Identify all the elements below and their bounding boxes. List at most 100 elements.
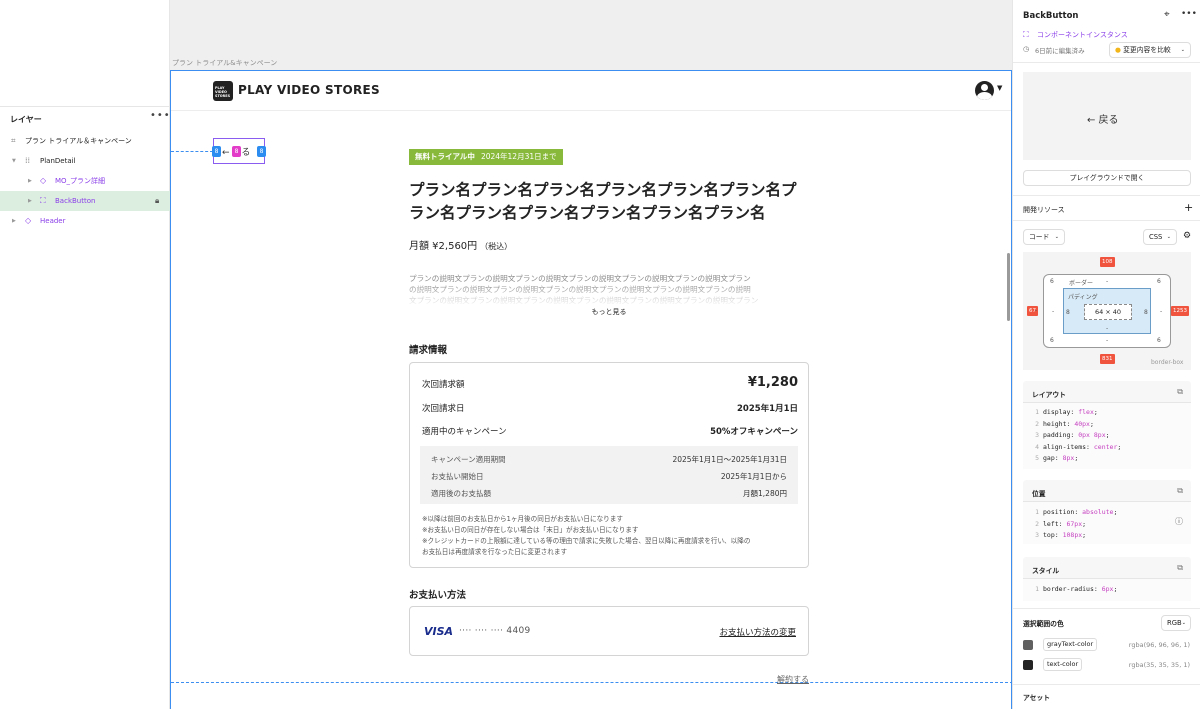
divider <box>1013 62 1200 63</box>
layer-item-header[interactable]: ▶ ◇ Header <box>0 211 170 231</box>
plan-description: プランの説明文プランの説明文プランの説明文プランの説明文プランの説明文プランの説… <box>409 273 809 307</box>
spacing-guide <box>171 151 213 152</box>
css-select[interactable]: CSS ⌄ <box>1143 229 1177 245</box>
border-bottom-value: - <box>1106 337 1109 344</box>
more-icon[interactable]: ••• <box>150 110 171 121</box>
layer-item-plandetail[interactable]: ▼ ⁞⁞ PlanDetail <box>0 151 170 171</box>
target-icon[interactable]: ⌖ <box>1164 9 1170 20</box>
dev-resources-label: 開発リソース <box>1023 206 1065 214</box>
preview-back-button: ← 戻る <box>1087 115 1119 126</box>
description-line: の説明文プランの説明文プランの説明文プランの説明文プランの説明文プランの説明文プ… <box>409 285 751 294</box>
color-swatch[interactable] <box>1023 660 1033 670</box>
code-line: 5 gap: 8px; <box>1035 454 1079 462</box>
chevron-down-icon: ⌄ <box>1181 620 1186 626</box>
note-line: お支払日は再度請求を行なった日に変更されます <box>422 548 568 556</box>
trial-date: 2024年12月31日まで <box>480 152 557 161</box>
chevron-down-icon: ⌄ <box>1166 234 1171 240</box>
copy-icon[interactable]: ⧉ <box>1177 486 1183 496</box>
layer-label: PlanDetail <box>40 157 76 165</box>
billing-row-campaign: 適用中のキャンペーン 50%オフキャンペーン <box>422 425 798 437</box>
lock-icon[interactable]: 🔒︎ <box>155 191 159 211</box>
site-header: PLAY VIDEO STORES PLAY VIDEO STORES ▼ <box>171 71 1011 111</box>
trial-label: 無料トライアル中 <box>415 152 475 161</box>
inspector-panel: BackButton ⌖ ••• ⛶ コンポーネントインスタンス ◷ 6日前に編… <box>1012 0 1200 709</box>
chevron-down-icon[interactable]: ▼ <box>12 151 16 171</box>
layout-heading: レイアウト <box>1032 391 1066 399</box>
plan-frame[interactable]: PLAY VIDEO STORES PLAY VIDEO STORES ▼ ← … <box>170 70 1012 709</box>
padding-left-value: 8 <box>1066 309 1070 316</box>
settings-sliders-icon[interactable]: ⚙ <box>1183 231 1191 241</box>
border-box: 6 6 6 6 ボーダー - - - - パディング 8 8 - 64 × 40 <box>1043 274 1171 348</box>
color-swatch[interactable] <box>1023 640 1033 650</box>
visa-logo: VISA <box>424 625 454 638</box>
border-label: ボーダー <box>1069 280 1094 287</box>
layer-item-mo-plan[interactable]: ▶ ◇ MO_プラン詳細 <box>0 171 170 191</box>
frame-label[interactable]: プラン トライアル&キャンペーン <box>172 58 277 68</box>
code-line: 1 border-radius: 6px; <box>1035 585 1118 593</box>
playground-button[interactable]: プレイグラウンドで開く <box>1023 170 1191 186</box>
code-block: 1 position: absolute; 2 left: 67px; 3 top: … <box>1023 501 1191 544</box>
color-mode-label: RGB <box>1167 619 1182 627</box>
billing-row-amount: 次回請求額 ¥1,280 <box>422 375 798 390</box>
instance-label[interactable]: コンポーネントインスタンス <box>1037 30 1128 40</box>
colors-heading: 選択範囲の色 <box>1023 620 1064 628</box>
compare-button[interactable]: ● 変更内容を比較 ⌄ <box>1109 42 1191 58</box>
color-value: rgba(96, 96, 96, 1) <box>1128 641 1190 649</box>
color-mode-select[interactable]: RGB ⌄ <box>1161 615 1191 631</box>
border-top-value: - <box>1106 278 1109 285</box>
box-sizing-label: border-box <box>1151 359 1184 366</box>
cancel-link[interactable]: 解約する <box>777 674 809 685</box>
campaign-label: キャンペーン適用期間 <box>431 455 506 464</box>
bottom-offset: 831 <box>1100 354 1115 364</box>
history-icon: ◷ <box>1023 45 1030 53</box>
top-offset: 108 <box>1100 257 1115 267</box>
code-line: 1 position: absolute; <box>1035 508 1118 516</box>
campaign-details: キャンペーン適用期間 2025年1月1日〜2025年1月31日 お支払い開始日 … <box>420 446 798 504</box>
component-instance-icon: ⛶ <box>40 196 46 205</box>
more-link[interactable]: もっと見る <box>409 307 809 317</box>
avatar-icon[interactable] <box>975 81 994 100</box>
code-select[interactable]: コード ⌄ <box>1023 229 1065 245</box>
design-canvas[interactable]: プラン トライアル&キャンペーン PLAY VIDEO STORES PLAY … <box>170 0 1012 709</box>
billing-value: 50%オフキャンペーン <box>710 427 798 437</box>
frame-scrollbar[interactable] <box>1007 253 1010 321</box>
payment-heading: お支払い方法 <box>409 590 467 601</box>
color-token[interactable]: grayText-color <box>1043 638 1098 651</box>
plus-icon[interactable]: + <box>1184 201 1193 214</box>
layers-title: レイヤー <box>10 115 42 124</box>
caret-down-icon[interactable]: ▼ <box>997 84 1002 92</box>
plan-title: プラン名プラン名プラン名プラン名プラン名プラン名プラン名プラン名プラン名プラン名… <box>409 181 797 222</box>
code-block: 1 border-radius: 6px; <box>1023 578 1191 601</box>
note-line: ※お支払い日の同日が存在しない場合は「末日」がお支払い日になります <box>422 526 639 534</box>
trial-badge: 無料トライアル中 2024年12月31日まで <box>409 149 563 165</box>
copy-icon[interactable]: ⧉ <box>1177 387 1183 397</box>
app-window: レイヤー ••• ⌗ プラン トライアル＆キャンペーン ▼ ⁞⁞ PlanDet… <box>0 0 1200 709</box>
more-icon[interactable]: ••• <box>1181 9 1197 19</box>
compare-label: 変更内容を比較 <box>1123 46 1171 54</box>
info-icon[interactable]: ⓘ <box>1175 516 1183 527</box>
color-token[interactable]: text-color <box>1043 658 1083 671</box>
border-bl: 6 <box>1050 337 1054 344</box>
campaign-label: 適用後のお支払額 <box>431 489 491 498</box>
padding-badge-right: 8 <box>257 146 266 157</box>
back-button-selection[interactable]: ← 戻る 8 8 8 <box>212 138 266 164</box>
campaign-value: 2025年1月1日〜2025年1月31日 <box>672 455 787 464</box>
billing-label: 適用中のキャンペーン <box>422 427 507 437</box>
divider <box>1013 220 1200 221</box>
gap-badge: 8 <box>232 146 241 157</box>
layer-item-backbutton[interactable]: ▶ ⛶ BackButton 🔒︎ <box>0 191 170 211</box>
copy-icon[interactable]: ⧉ <box>1177 563 1183 573</box>
style-heading: スタイル <box>1032 567 1060 575</box>
brand-name: PLAY VIDEO STORES <box>238 83 380 97</box>
change-payment-link[interactable]: お支払い方法の変更 <box>719 626 796 638</box>
billing-label: 次回請求日 <box>422 404 465 414</box>
chevron-right-icon[interactable]: ▶ <box>28 171 32 191</box>
border-tr: 6 <box>1157 278 1161 285</box>
layer-item-page-frame[interactable]: ⌗ プラン トライアル＆キャンペーン <box>0 131 170 151</box>
frame-icon: ⌗ <box>11 136 16 145</box>
frame-guide-line <box>171 682 1012 683</box>
logo-icon: PLAY VIDEO STORES <box>213 81 233 101</box>
component-instance-icon: ⛶ <box>1023 30 1029 39</box>
chevron-right-icon[interactable]: ▶ <box>28 191 32 211</box>
chevron-right-icon[interactable]: ▶ <box>12 211 16 231</box>
